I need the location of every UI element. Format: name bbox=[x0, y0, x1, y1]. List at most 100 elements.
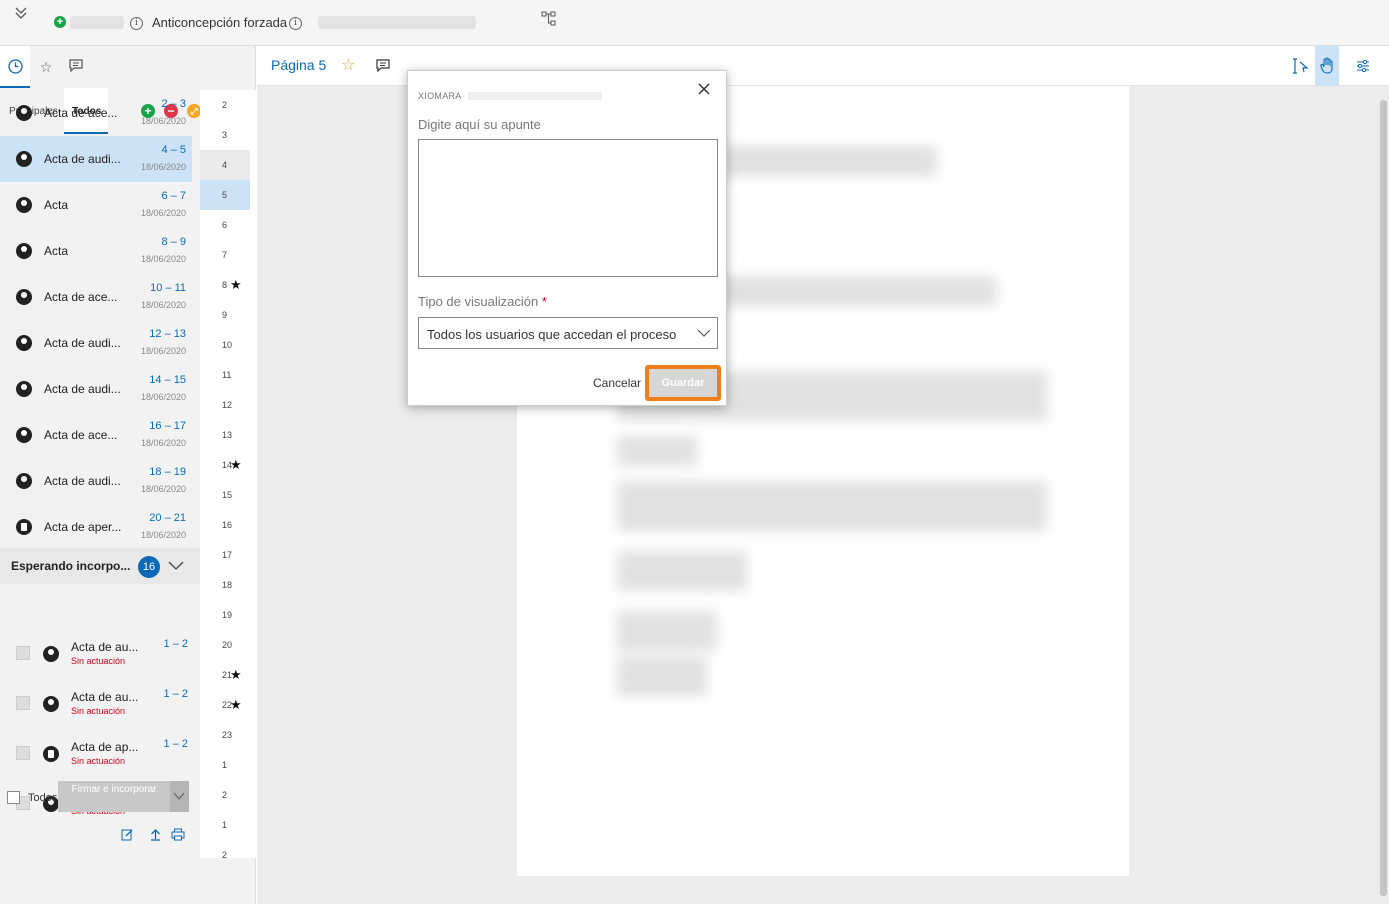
visibility-label-text: Tipo de visualización bbox=[418, 294, 539, 309]
page-number[interactable]: 15 bbox=[200, 480, 250, 510]
add-status-icon: + bbox=[54, 16, 66, 28]
page-number-label: 8 bbox=[222, 280, 228, 290]
page-number[interactable]: 14 ★ bbox=[200, 450, 250, 480]
comment-icon[interactable] bbox=[65, 56, 87, 78]
document-pages: 2 – 3 bbox=[161, 98, 186, 110]
star-outline-icon[interactable]: ☆ bbox=[35, 56, 57, 78]
page-number-label: 2 bbox=[222, 850, 228, 860]
visibility-select[interactable]: Todos los usuarios que accedan el proces… bbox=[418, 317, 718, 349]
page-number[interactable]: 16 bbox=[200, 510, 250, 540]
sign-dropdown-button[interactable] bbox=[170, 781, 189, 812]
note-author: XIOMARA bbox=[418, 91, 462, 101]
waiting-item-checkbox[interactable] bbox=[16, 746, 30, 760]
document-date: 18/06/2020 bbox=[140, 300, 186, 310]
sign-button-label: Firmar e incorporar bbox=[71, 784, 157, 795]
document-row[interactable]: Acta de audi... 4 – 5 18/06/2020 bbox=[0, 136, 192, 182]
document-row[interactable]: Acta de ace... 16 – 17 18/06/2020 bbox=[0, 412, 192, 458]
page-number[interactable]: 13 bbox=[200, 420, 250, 450]
star-filled-icon: ★ bbox=[230, 457, 242, 472]
text-select-icon[interactable] bbox=[1289, 53, 1313, 79]
sign-and-incorporate-button[interactable]: Firmar e incorporar bbox=[58, 781, 170, 812]
page-number[interactable]: 1 bbox=[200, 810, 250, 840]
waiting-item-status: Sin actuación bbox=[71, 756, 126, 766]
page-number[interactable]: 2 bbox=[200, 780, 250, 810]
page-number[interactable]: 22 ★ bbox=[200, 690, 250, 720]
page-number[interactable]: 10 bbox=[200, 330, 250, 360]
tree-structure-icon[interactable] bbox=[540, 10, 558, 28]
chevron-down-icon[interactable] bbox=[168, 558, 184, 574]
page-number[interactable]: 3 bbox=[200, 120, 250, 150]
add-note-dialog: XIOMARA Digite aquí su apunte Tipo de vi… bbox=[407, 70, 727, 406]
cancel-button[interactable]: Cancelar bbox=[593, 376, 641, 390]
document-date: 18/06/2020 bbox=[140, 116, 186, 126]
tab-history[interactable] bbox=[0, 46, 30, 88]
document-row[interactable]: Acta de aper... 20 – 21 18/06/2020 bbox=[0, 504, 192, 550]
waiting-item[interactable]: Acta de au... Sin actuación 1 – 2 bbox=[0, 684, 192, 734]
viewer-scrollbar[interactable] bbox=[1380, 100, 1387, 896]
page-number[interactable]: 21 ★ bbox=[200, 660, 250, 690]
page-number[interactable]: 11 bbox=[200, 360, 250, 390]
info-icon[interactable]: i bbox=[289, 17, 302, 30]
collapse-chevrons-icon[interactable] bbox=[14, 6, 34, 26]
page-number[interactable]: 2 bbox=[200, 90, 250, 120]
document-row[interactable]: Acta de ace... 10 – 11 18/06/2020 bbox=[0, 274, 192, 320]
page-number[interactable]: 5 bbox=[200, 180, 250, 210]
page-number[interactable]: 4 bbox=[200, 150, 250, 180]
document-name: Acta bbox=[44, 244, 69, 258]
page-number[interactable]: 9 bbox=[200, 300, 250, 330]
document-name: Acta de audi... bbox=[44, 382, 121, 396]
document-date: 18/06/2020 bbox=[140, 346, 186, 356]
waiting-item[interactable]: Acta de ap... Sin actuación 1 – 2 bbox=[0, 734, 192, 784]
waiting-item-pages: 1 – 2 bbox=[163, 688, 188, 700]
page-number[interactable]: 19 bbox=[200, 600, 250, 630]
document-row[interactable]: Acta 8 – 9 18/06/2020 bbox=[0, 228, 192, 274]
page-number[interactable]: 1 bbox=[200, 750, 250, 780]
star-outline-icon[interactable]: ☆ bbox=[341, 55, 355, 75]
document-row[interactable]: Acta 6 – 7 18/06/2020 bbox=[0, 182, 192, 228]
close-icon[interactable] bbox=[694, 79, 714, 99]
waiting-item-name: Acta de au... bbox=[71, 690, 139, 704]
page-number[interactable]: 17 bbox=[200, 540, 250, 570]
top-bar: + i Anticoncepción forzada i bbox=[0, 0, 1389, 46]
page-number[interactable]: 20 bbox=[200, 630, 250, 660]
page-number-label: 15 bbox=[222, 490, 233, 500]
waiting-item[interactable]: Acta de au... Sin actuación 1 – 2 bbox=[0, 634, 192, 684]
visibility-label: Tipo de visualización * bbox=[418, 294, 547, 309]
user-icon bbox=[16, 381, 32, 397]
page-number-label: 12 bbox=[222, 400, 233, 410]
blurred-content bbox=[717, 146, 937, 176]
page-number[interactable]: 8 ★ bbox=[200, 270, 250, 300]
document-row[interactable]: Acta de audi... 18 – 19 18/06/2020 bbox=[0, 458, 192, 504]
page-number[interactable]: 23 bbox=[200, 720, 250, 750]
waiting-item-checkbox[interactable] bbox=[16, 646, 30, 660]
select-all-checkbox[interactable] bbox=[7, 791, 20, 804]
info-icon[interactable]: i bbox=[130, 17, 143, 30]
document-name: Acta de ace... bbox=[44, 428, 118, 442]
waiting-item-checkbox[interactable] bbox=[16, 696, 30, 710]
document-row[interactable]: Acta de audi... 14 – 15 18/06/2020 bbox=[0, 366, 192, 412]
comment-icon[interactable] bbox=[376, 59, 392, 73]
document-row[interactable]: Acta de audi... 12 – 13 18/06/2020 bbox=[0, 320, 192, 366]
waiting-item-status: Sin actuación bbox=[71, 706, 126, 716]
page-number-label: 6 bbox=[222, 220, 228, 230]
page-number[interactable]: 12 bbox=[200, 390, 250, 420]
page-number-label: 1 bbox=[222, 760, 228, 770]
save-button[interactable]: Guardar bbox=[649, 369, 717, 397]
clock-icon bbox=[8, 59, 23, 74]
hand-tool-icon[interactable] bbox=[1315, 46, 1339, 86]
upload-icon[interactable] bbox=[148, 828, 162, 842]
print-icon[interactable] bbox=[171, 828, 185, 842]
edit-document-icon[interactable] bbox=[120, 828, 134, 842]
waiting-section-header[interactable]: Esperando incorpo... 16 bbox=[0, 548, 200, 584]
settings-sliders-icon[interactable] bbox=[1351, 53, 1375, 79]
document-row[interactable]: Acta de ace... 2 – 3 18/06/2020 bbox=[0, 90, 192, 136]
document-pages: 12 – 13 bbox=[149, 328, 186, 340]
page-number[interactable]: 7 bbox=[200, 240, 250, 270]
note-textarea[interactable] bbox=[418, 139, 718, 277]
page-number[interactable]: 18 bbox=[200, 570, 250, 600]
page-number[interactable]: 2 bbox=[200, 840, 250, 870]
document-pages: 10 – 11 bbox=[150, 282, 186, 294]
waiting-item-status: Sin actuación bbox=[71, 656, 126, 666]
page-number-label: 23 bbox=[222, 730, 233, 740]
page-number[interactable]: 6 bbox=[200, 210, 250, 240]
